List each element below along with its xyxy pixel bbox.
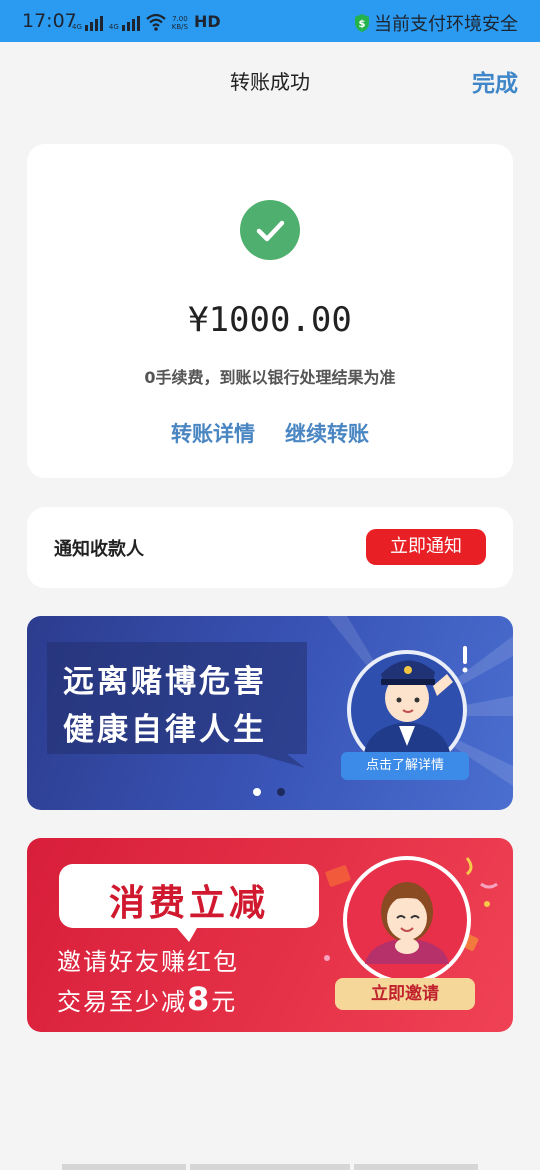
- check-icon: [256, 220, 285, 242]
- consumption-discount-banner[interactable]: 消费立减 邀请好友赚红包 交易至少减8元 立即邀请: [27, 838, 513, 1032]
- carousel-dots: [253, 788, 285, 796]
- status-time: 17:07: [22, 10, 77, 32]
- done-button[interactable]: 完成: [472, 64, 518, 98]
- bottom-edge-bar: [62, 1164, 478, 1170]
- transfer-details-link[interactable]: 转账详情: [171, 418, 255, 448]
- success-badge: [240, 200, 300, 260]
- shield-dollar-icon: $: [355, 14, 369, 32]
- network-speed: 7.00 KB/S: [172, 15, 188, 31]
- invite-line: 邀请好友赚红包: [57, 948, 239, 976]
- payment-safety-indicator: $ 当前支付环境安全: [354, 10, 518, 36]
- discount-amount: 8: [187, 980, 212, 1018]
- speed-unit: KB/S: [171, 23, 188, 31]
- hd-indicator: HD: [193, 12, 221, 31]
- notify-now-button[interactable]: 立即通知: [366, 529, 486, 565]
- page-title: 转账成功: [230, 70, 310, 94]
- signal-label: 4G: [72, 23, 82, 31]
- discount-prefix: 交易至少减: [57, 988, 187, 1016]
- safety-text: 当前支付环境安全: [374, 14, 518, 35]
- signal-icon: 4G: [109, 16, 140, 31]
- notify-payee-label: 通知收款人: [54, 539, 144, 560]
- signal-icon: 4G: [72, 16, 103, 31]
- learn-more-button[interactable]: 点击了解详情: [341, 752, 469, 780]
- result-actions: 转账详情 继续转账: [27, 418, 513, 448]
- carousel-dot-active[interactable]: [253, 788, 261, 796]
- speed-value: 7.00: [172, 15, 188, 23]
- discount-line: 交易至少减8元: [57, 980, 237, 1018]
- discount-title-box: 消费立减: [59, 864, 319, 928]
- notify-payee-card: 通知收款人 立即通知: [27, 507, 513, 588]
- signal-label: 4G: [108, 23, 119, 31]
- carousel-dot[interactable]: [277, 788, 285, 796]
- discount-suffix: 元: [211, 988, 238, 1016]
- continue-transfer-link[interactable]: 继续转账: [285, 418, 369, 448]
- fee-note: 0手续费，到账以银行处理结果为准: [144, 368, 396, 387]
- transfer-amount: ¥1000.00: [188, 300, 352, 340]
- wifi-icon: [146, 13, 166, 31]
- svg-text:$: $: [359, 19, 366, 30]
- discount-title: 消费立减: [108, 883, 269, 924]
- anti-gambling-banner[interactable]: 远离赌博危害 健康自律人生 点击了解详情: [27, 616, 513, 810]
- banner-headline-2: 健康自律人生: [63, 712, 267, 748]
- banner-headline-1: 远离赌博危害: [63, 664, 267, 700]
- transfer-result-card: ¥1000.00 0手续费，到账以银行处理结果为准 转账详情 继续转账: [27, 144, 513, 478]
- status-bar: 17:07 4G 4G 7.00 KB/S HD $ 当前支付环境安全: [0, 0, 540, 42]
- invite-now-button[interactable]: 立即邀请: [335, 978, 475, 1010]
- status-icons: 4G 4G 7.00 KB/S HD: [72, 12, 221, 31]
